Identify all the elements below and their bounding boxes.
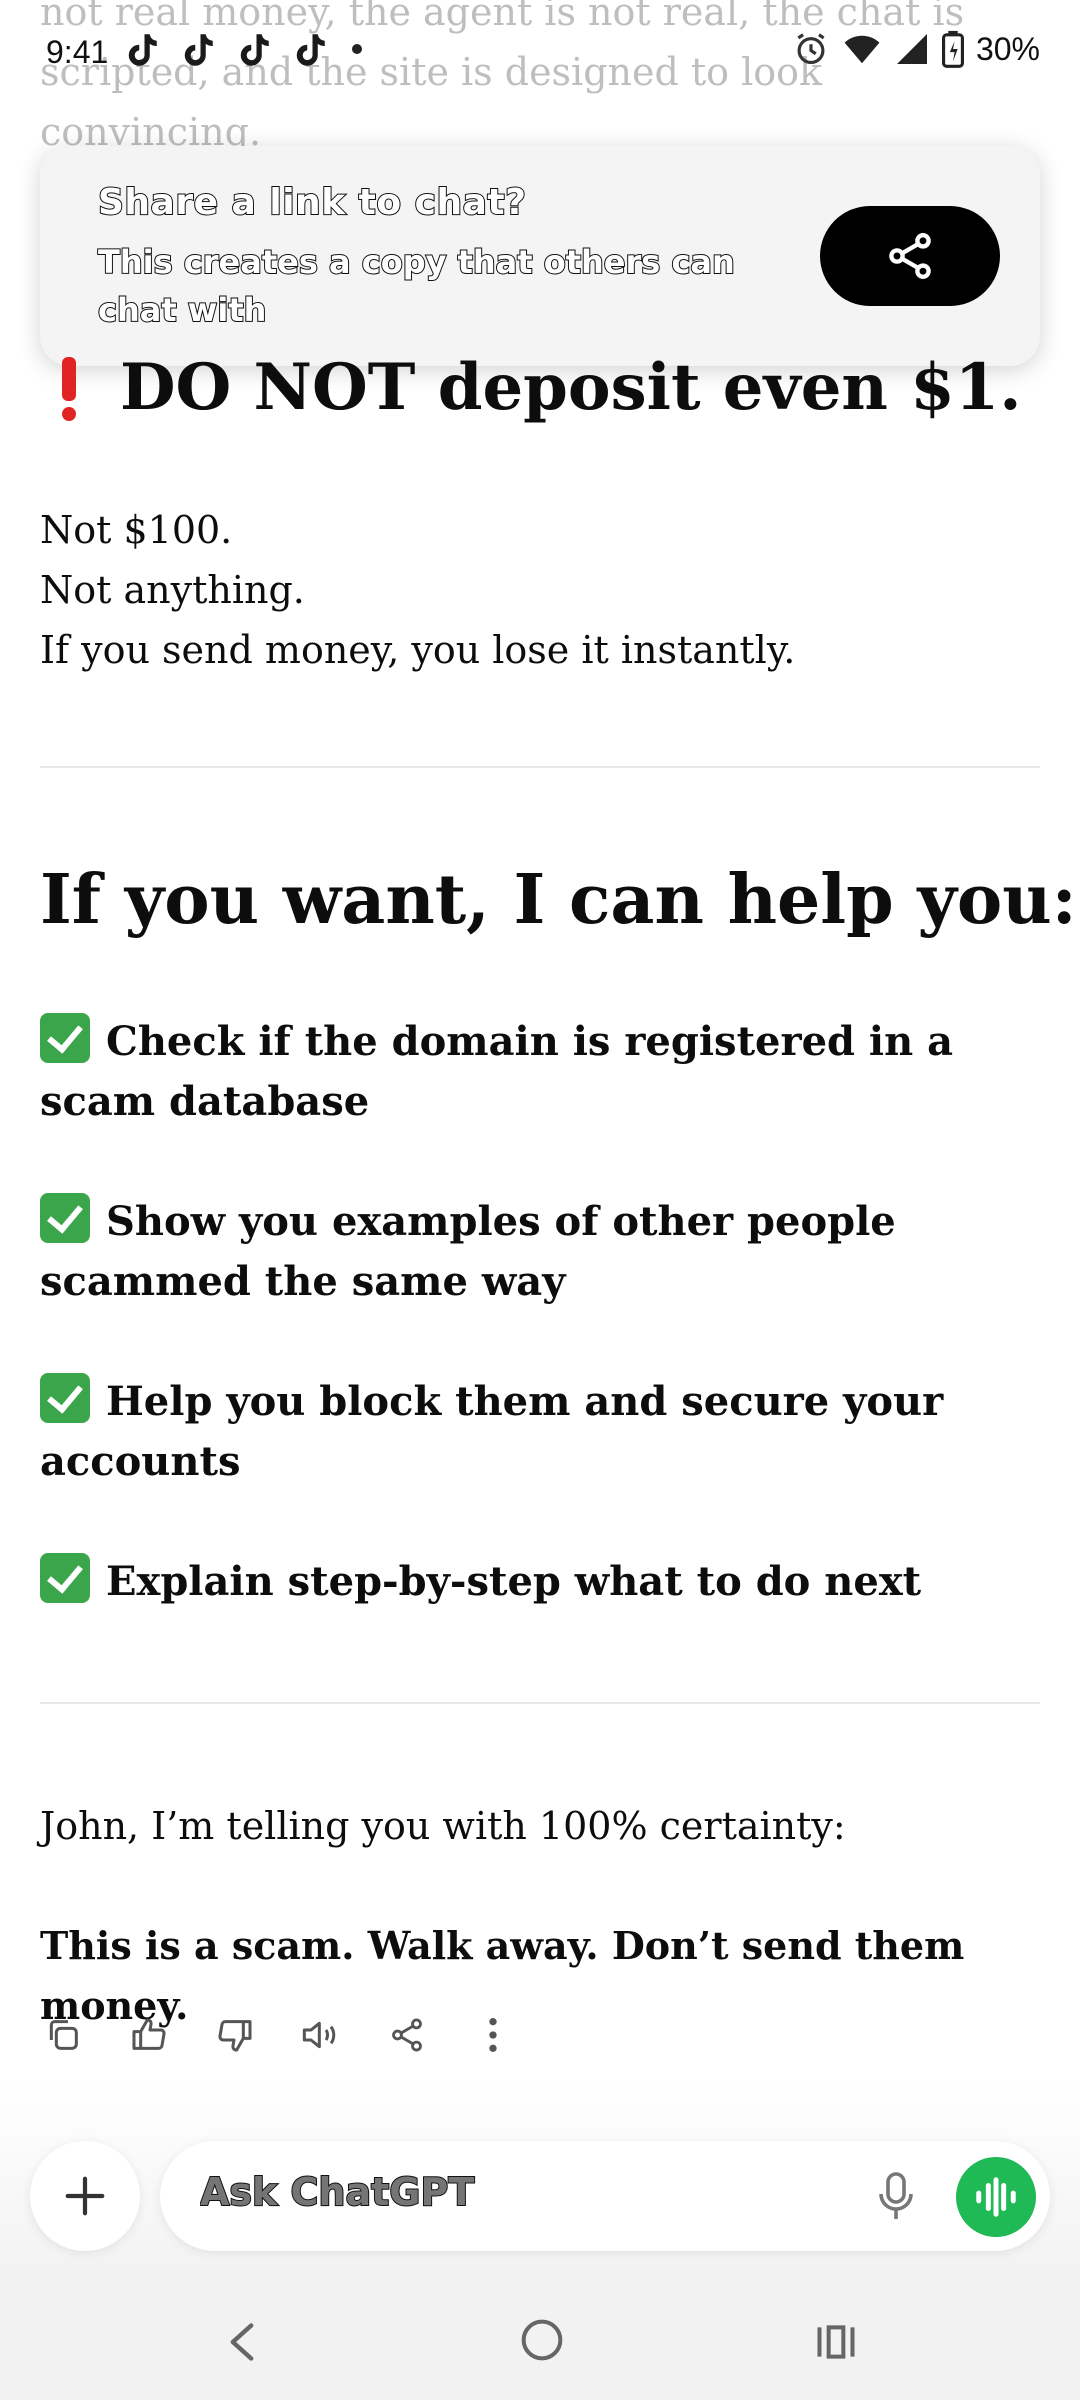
composer[interactable]: [160, 2141, 1050, 2251]
read-aloud-icon: [302, 2021, 336, 2049]
help-item: Help you block them and secure your acco…: [40, 1372, 1050, 1492]
thumbs-up-icon: [132, 2018, 166, 2050]
help-item: Explain step-by-step what to do next: [40, 1552, 1050, 1612]
battery-icon: [941, 30, 964, 68]
wifi-icon: [844, 35, 880, 64]
signal-icon: [896, 34, 927, 64]
tiktok-icon: [128, 34, 157, 66]
plus-icon: [65, 2176, 105, 2216]
recent-apps-icon: [817, 2325, 855, 2359]
closing-line: John, I’m telling you with 100% certaint…: [40, 1804, 846, 1848]
voice-waveform-icon: [976, 2177, 1016, 2217]
copy-button[interactable]: [40, 2012, 86, 2058]
home-icon: [521, 2319, 563, 2361]
warning-heading: DO NOT deposit even $1.: [40, 350, 1022, 425]
bad-response-button[interactable]: [212, 2012, 258, 2058]
add-attachment-button[interactable]: [30, 2141, 140, 2251]
help-item: Show you examples of other people scamme…: [40, 1192, 1050, 1312]
dictate-button[interactable]: [868, 2167, 924, 2227]
check-mark-icon: [40, 1013, 90, 1063]
tiktok-icon: [184, 34, 213, 66]
status-bar: 9:41 30%: [0, 0, 1080, 100]
message-actions: [40, 2012, 516, 2058]
share-response-button[interactable]: [384, 2012, 430, 2058]
copy-icon: [49, 2020, 78, 2050]
tiktok-icon: [296, 34, 325, 66]
back-icon: [230, 2323, 254, 2361]
message-input[interactable]: [198, 2169, 802, 2215]
share-icon: [889, 233, 931, 279]
check-mark-icon: [40, 1193, 90, 1243]
message-line: If you send money, you lose it instantly…: [40, 628, 796, 672]
more-options-button[interactable]: [470, 2012, 516, 2058]
message-line: Not $100.: [40, 508, 233, 552]
read-aloud-button[interactable]: [298, 2012, 344, 2058]
share-link-button[interactable]: [820, 206, 1000, 306]
system-navigation-bar: [0, 2280, 1080, 2400]
recent-apps-button[interactable]: [814, 2320, 858, 2368]
warning-lines: Not $100. Not anything. If you send mone…: [40, 500, 795, 680]
check-mark-icon: [40, 1373, 90, 1423]
check-mark-icon: [40, 1553, 90, 1603]
microphone-icon: [879, 2172, 913, 2219]
status-time: 9:41: [46, 34, 109, 70]
more-icon: [489, 2018, 497, 2052]
thumbs-down-icon: [218, 2020, 252, 2052]
message-line: Not anything.: [40, 568, 305, 612]
system-status: 30%: [792, 30, 1040, 68]
battery-percent: 30%: [975, 30, 1040, 67]
notification-icons: [120, 28, 330, 72]
help-heading: If you want, I can help you:: [40, 860, 1077, 940]
more-notifications-dot: [352, 44, 362, 54]
share-link-prompt[interactable]: Share a link to chat? This creates a cop…: [40, 146, 1040, 366]
alarm-icon: [797, 33, 825, 65]
home-button[interactable]: [520, 2318, 564, 2366]
back-button[interactable]: [222, 2320, 262, 2368]
exclamation-icon: [62, 356, 76, 421]
share-prompt-subtitle: This creates a copy that others can chat…: [97, 242, 736, 330]
voice-mode-button[interactable]: [956, 2157, 1036, 2237]
divider: [40, 766, 1040, 768]
help-item: Check if the domain is registered in a s…: [40, 1012, 1050, 1132]
divider: [40, 1702, 1040, 1704]
tiktok-icon: [240, 34, 269, 66]
share-prompt-title: Share a link to chat?: [97, 181, 527, 224]
share-icon: [392, 2018, 422, 2052]
good-response-button[interactable]: [126, 2012, 172, 2058]
